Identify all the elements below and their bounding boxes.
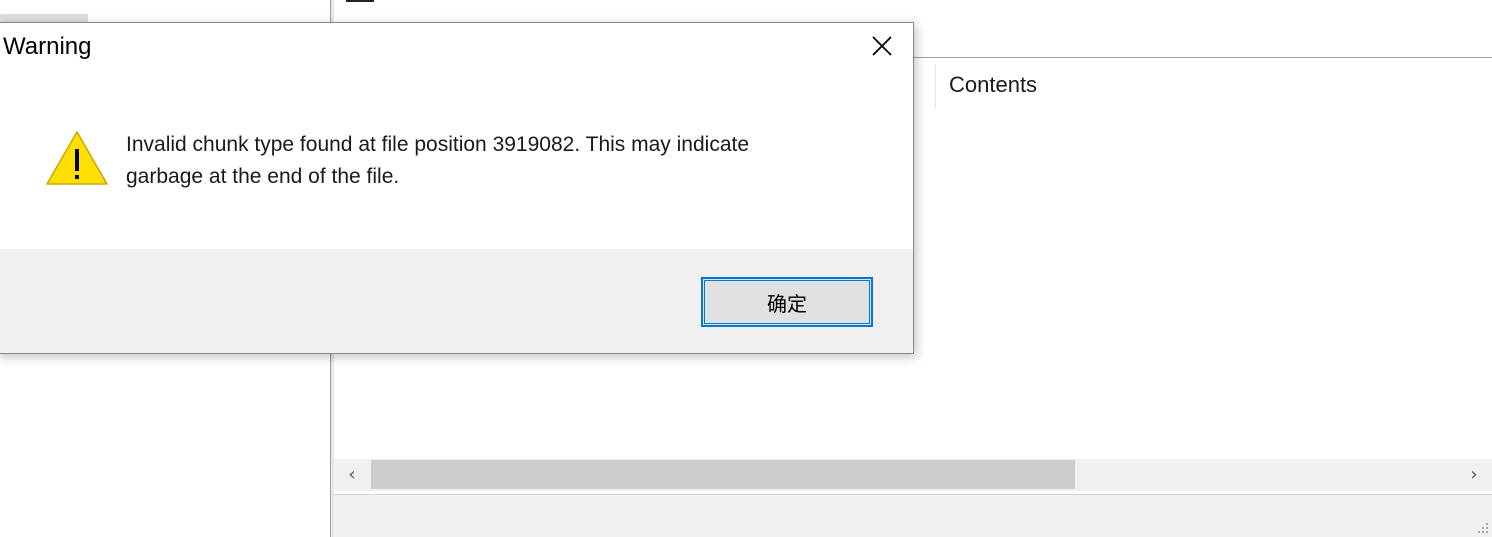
message-line: garbage at the end of the file.	[126, 165, 400, 188]
column-separator[interactable]	[935, 64, 936, 108]
horizontal-scrollbar[interactable]: ‹ ›	[334, 459, 1492, 491]
dialog-message: Invalid chunk type found at file positio…	[126, 129, 846, 193]
dialog-button-bar: 确定	[0, 249, 913, 353]
close-button[interactable]	[851, 23, 913, 69]
warning-dialog: Warning Invalid chunk type found at file…	[0, 22, 914, 354]
resize-grip-icon[interactable]	[1478, 523, 1488, 533]
warning-icon	[46, 131, 108, 185]
left-pane-tab-strip	[0, 14, 88, 22]
ok-button[interactable]: 确定	[701, 277, 873, 327]
column-header-contents[interactable]: Contents	[949, 72, 1037, 98]
chevron-right-icon[interactable]: ›	[1464, 465, 1484, 485]
dialog-title: Warning	[3, 33, 92, 60]
status-bar	[334, 494, 1492, 537]
close-icon	[872, 36, 892, 56]
scrollbar-thumb[interactable]	[371, 460, 1075, 489]
chevron-left-icon[interactable]: ‹	[342, 465, 362, 485]
message-line: Invalid chunk type found at file positio…	[126, 133, 750, 156]
toolbar-icon[interactable]	[346, 0, 374, 2]
